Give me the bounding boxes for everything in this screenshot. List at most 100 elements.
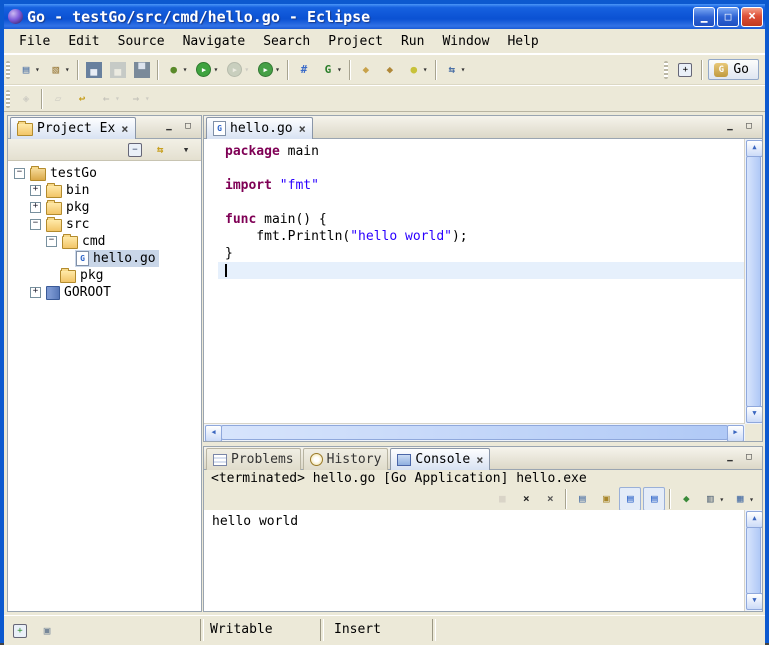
expand-expander-icon[interactable]: + bbox=[30, 287, 41, 298]
open-console-button[interactable]: ▦▾ bbox=[729, 487, 757, 511]
print-button[interactable]: ▀ bbox=[131, 58, 153, 82]
toolbar-grip[interactable] bbox=[6, 90, 10, 108]
maximize-button[interactable]: □ bbox=[717, 7, 739, 27]
dropdown-arrow-icon[interactable]: ▾ bbox=[423, 65, 428, 74]
debug-button[interactable]: ●▾ bbox=[163, 58, 191, 82]
scroll-down-button[interactable]: ▼ bbox=[746, 406, 762, 423]
dropdown-arrow-icon[interactable]: ▾ bbox=[244, 65, 249, 74]
go-perspective-button[interactable]: G Go bbox=[708, 59, 759, 80]
menu-navigate[interactable]: Navigate bbox=[174, 31, 255, 52]
tab-project-explorer[interactable]: Project Ex × bbox=[10, 117, 136, 139]
new-go-project-button[interactable]: # bbox=[293, 58, 315, 82]
expand-expander-icon[interactable]: + bbox=[30, 202, 41, 213]
tree-item-goroot[interactable]: + GOROOT bbox=[8, 284, 201, 301]
toolbar-grip[interactable] bbox=[6, 61, 10, 79]
external-tools-button[interactable]: ▶▾ bbox=[254, 58, 283, 82]
open-perspective-button[interactable]: + bbox=[675, 58, 695, 82]
console-output[interactable]: hello world ▲ ▼ bbox=[204, 510, 762, 611]
tree-item-bin[interactable]: + bin bbox=[8, 182, 201, 199]
view-menu-button[interactable]: ▾ bbox=[175, 138, 197, 162]
import-archive-button[interactable]: ◆ bbox=[379, 58, 401, 82]
menu-window[interactable]: Window bbox=[433, 31, 498, 52]
dropdown-arrow-icon[interactable]: ▾ bbox=[145, 94, 150, 103]
titlebar[interactable]: Go - testGo/src/cmd/hello.go - Eclipse ▁… bbox=[4, 4, 765, 29]
search-button[interactable]: ●▾ bbox=[403, 58, 431, 82]
maximize-view-button[interactable]: □ bbox=[741, 119, 757, 135]
scrollbar-thumb[interactable] bbox=[746, 156, 761, 407]
tree-entry[interactable]: pkg bbox=[59, 267, 106, 284]
scroll-left-button[interactable]: ◀ bbox=[205, 425, 222, 441]
menu-help[interactable]: Help bbox=[498, 31, 547, 52]
horizontal-scrollbar[interactable]: ◀ ▶ bbox=[204, 423, 745, 441]
vertical-scrollbar[interactable]: ▲ ▼ bbox=[744, 510, 762, 611]
dropdown-arrow-icon[interactable]: ▾ bbox=[719, 495, 724, 504]
dropdown-arrow-icon[interactable]: ▾ bbox=[115, 94, 120, 103]
last-edit-location-button[interactable]: ↩ bbox=[71, 87, 93, 111]
dropdown-arrow-icon[interactable]: ▾ bbox=[183, 65, 188, 74]
menu-run[interactable]: Run bbox=[392, 31, 433, 52]
tree-item-pkg[interactable]: pkg bbox=[8, 267, 201, 284]
maximize-view-button[interactable]: □ bbox=[741, 450, 757, 466]
maximize-view-button[interactable]: □ bbox=[180, 119, 196, 135]
expand-expander-icon[interactable]: + bbox=[30, 185, 41, 196]
minimize-button[interactable]: ▁ bbox=[693, 7, 715, 27]
minimize-view-button[interactable]: ▁ bbox=[161, 119, 177, 135]
new-go-element-button[interactable]: ▧▾ bbox=[45, 58, 73, 82]
collapse-expander-icon[interactable]: − bbox=[30, 219, 41, 230]
scroll-lock-button[interactable]: ▣ bbox=[595, 487, 617, 511]
menu-edit[interactable]: Edit bbox=[59, 31, 108, 52]
clear-console-button[interactable]: ▤ bbox=[571, 487, 593, 511]
close-tab-icon[interactable]: × bbox=[299, 122, 306, 136]
minimize-view-button[interactable]: ▁ bbox=[722, 450, 738, 466]
tab-console[interactable]: Console× bbox=[390, 448, 490, 470]
tree-entry[interactable]: testGo bbox=[29, 165, 100, 182]
tree-item-cmd[interactable]: −cmd bbox=[8, 233, 201, 250]
dropdown-arrow-icon[interactable]: ▾ bbox=[65, 65, 70, 74]
menu-source[interactable]: Source bbox=[109, 31, 174, 52]
save-button[interactable]: ▄ bbox=[83, 58, 105, 82]
launch-status-icon[interactable]: ▣ bbox=[36, 619, 58, 643]
show-stdout-button[interactable]: ▤ bbox=[619, 487, 641, 511]
annotation-ruler[interactable] bbox=[204, 139, 218, 424]
scroll-down-button[interactable]: ▼ bbox=[746, 593, 762, 610]
close-tab-icon[interactable]: × bbox=[476, 453, 483, 467]
dropdown-arrow-icon[interactable]: ▾ bbox=[213, 65, 218, 74]
dropdown-arrow-icon[interactable]: ▾ bbox=[337, 65, 342, 74]
remove-all-terminated-button[interactable]: × bbox=[539, 487, 561, 511]
tree-entry[interactable]: GOROOT bbox=[45, 284, 114, 301]
close-view-icon[interactable]: × bbox=[121, 122, 128, 136]
tab-history[interactable]: History bbox=[303, 448, 389, 470]
scroll-up-button[interactable]: ▲ bbox=[746, 511, 762, 528]
scrollbar-thumb[interactable] bbox=[221, 425, 728, 440]
close-button[interactable]: × bbox=[741, 7, 763, 27]
minimize-view-button[interactable]: ▁ bbox=[722, 119, 738, 135]
scroll-up-button[interactable]: ▲ bbox=[746, 140, 762, 157]
menu-file[interactable]: File bbox=[10, 31, 59, 52]
go-tools-button[interactable]: G▾ bbox=[317, 58, 345, 82]
collapse-expander-icon[interactable]: − bbox=[46, 236, 57, 247]
menu-project[interactable]: Project bbox=[319, 31, 392, 52]
menu-search[interactable]: Search bbox=[254, 31, 319, 52]
scrollbar-thumb[interactable] bbox=[746, 527, 761, 594]
display-console-button[interactable]: ▥▾ bbox=[699, 487, 727, 511]
tab-hello-go[interactable]: G hello.go × bbox=[206, 117, 313, 139]
vertical-scrollbar[interactable]: ▲ ▼ bbox=[744, 139, 762, 424]
tree-item-pkg[interactable]: + pkg bbox=[8, 199, 201, 216]
tree-item-testgo[interactable]: −testGo bbox=[8, 165, 201, 182]
tree-entry[interactable]: bin bbox=[45, 182, 92, 199]
dropdown-arrow-icon[interactable]: ▾ bbox=[749, 495, 754, 504]
tree-item-src[interactable]: −src bbox=[8, 216, 201, 233]
tree-entry[interactable]: src bbox=[45, 216, 92, 233]
perspective-grip[interactable] bbox=[664, 61, 668, 79]
project-tree[interactable]: −testGo+bin+pkg−src−cmdGhello.gopkg+GORO… bbox=[8, 161, 201, 611]
run-button[interactable]: ▶▾ bbox=[192, 58, 221, 82]
dropdown-arrow-icon[interactable]: ▾ bbox=[275, 65, 280, 74]
fast-view-button[interactable]: + bbox=[10, 619, 30, 643]
show-stderr-button[interactable]: ▤ bbox=[643, 487, 665, 511]
tab-problems[interactable]: Problems bbox=[206, 448, 301, 470]
link-with-editor-button[interactable]: ⇆ bbox=[149, 138, 171, 162]
open-archive-button[interactable]: ◆ bbox=[355, 58, 377, 82]
tree-entry[interactable]: pkg bbox=[45, 199, 92, 216]
collapse-all-button[interactable]: − bbox=[125, 138, 145, 162]
new-wizard-button[interactable]: ▤▾ bbox=[15, 58, 43, 82]
